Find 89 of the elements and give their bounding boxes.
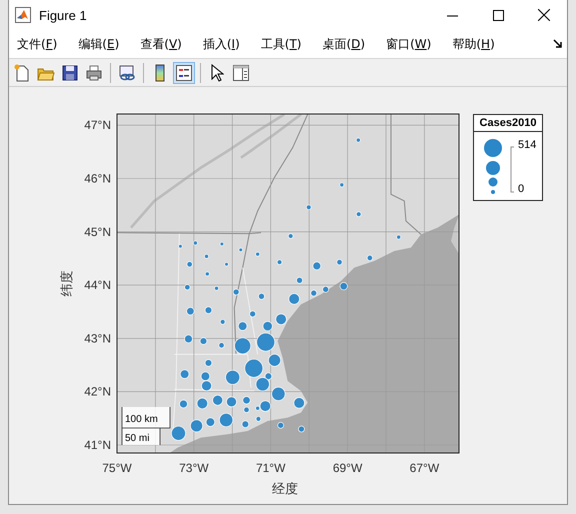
data-bubble <box>193 240 198 246</box>
printer-icon <box>85 64 103 82</box>
scale-label: 100 km <box>125 414 158 425</box>
data-bubble <box>277 422 284 429</box>
data-bubble <box>366 254 373 261</box>
tick-label: 75°W <box>102 461 132 475</box>
tick-label: 44°N <box>84 278 111 292</box>
window-title: Figure 1 <box>39 8 88 22</box>
data-bubble <box>276 260 282 265</box>
data-bubble <box>306 204 312 210</box>
property-panel-icon <box>232 64 250 82</box>
legend-label: 514 <box>518 139 536 151</box>
colorbar-icon <box>154 64 166 82</box>
data-bubble <box>196 398 208 410</box>
data-bubble <box>294 397 305 409</box>
data-bubble <box>220 319 226 325</box>
save-icon <box>61 64 79 82</box>
dock-arrow-icon[interactable] <box>553 39 563 49</box>
data-bubble <box>186 307 194 316</box>
menu-item[interactable]: 工具(T) <box>258 36 312 52</box>
data-bubble <box>238 248 243 252</box>
new-file-icon <box>13 64 31 82</box>
axis-label: 纬度 <box>60 270 75 296</box>
data-bubble <box>190 419 203 432</box>
data-bubble <box>356 212 362 217</box>
data-bubble <box>218 342 225 348</box>
data-bubble <box>271 386 286 401</box>
data-bubble <box>275 314 287 325</box>
tick-label: 45°N <box>84 224 111 239</box>
scale-bar <box>122 406 170 446</box>
data-bubble <box>234 338 251 354</box>
app-logo-icon <box>15 7 31 23</box>
tick-label: 67°W <box>410 461 440 475</box>
data-bubble <box>288 233 294 239</box>
linked-plot-icon <box>118 64 136 82</box>
tick-label: 43°N <box>84 331 111 346</box>
menu-item[interactable]: 窗口(W) <box>384 36 442 52</box>
data-bubble <box>186 261 193 268</box>
data-bubble <box>224 262 229 266</box>
data-bubble <box>179 400 188 408</box>
menu-item[interactable]: 插入(I) <box>200 36 250 52</box>
menu-item[interactable]: 编辑(E) <box>76 36 130 52</box>
close-icon <box>538 9 550 21</box>
data-bubble <box>204 272 210 276</box>
bubble-size-drawing <box>482 138 516 196</box>
tick-label: 73°W <box>179 461 209 475</box>
data-bubble <box>396 234 401 240</box>
tick-label: 46°N <box>84 172 111 186</box>
tick-label: 41°N <box>84 438 111 452</box>
maximize-icon <box>492 10 504 20</box>
data-bubble <box>312 262 322 270</box>
tick-label: 71°W <box>256 461 286 475</box>
data-bubble <box>356 138 361 142</box>
data-bubble <box>255 252 260 256</box>
legend-icon <box>175 64 193 82</box>
data-bubble <box>220 242 224 246</box>
data-bubble <box>206 417 215 427</box>
legend-tool[interactable] <box>173 62 195 84</box>
data-bubble <box>288 293 300 305</box>
data-bubble <box>225 370 240 385</box>
data-bubble <box>232 288 240 296</box>
data-bubble <box>212 394 223 406</box>
pointer-icon <box>210 64 224 82</box>
menu-item[interactable]: 桌面(D) <box>320 36 376 52</box>
data-bubble <box>180 370 190 379</box>
data-bubble <box>258 293 265 300</box>
data-bubble <box>226 396 237 408</box>
menu-item[interactable]: 查看(V) <box>138 36 192 52</box>
data-bubble <box>184 284 190 290</box>
data-bubble <box>214 286 219 291</box>
data-bubble <box>339 182 344 188</box>
data-bubble <box>171 426 186 441</box>
data-bubble <box>178 244 182 248</box>
data-bubble <box>336 259 342 266</box>
data-bubble <box>340 282 348 290</box>
data-bubble <box>204 254 209 259</box>
tick-label: 42°N <box>84 384 111 399</box>
data-bubble <box>219 412 234 427</box>
scale-label: 50 mi <box>125 433 150 444</box>
data-bubble <box>298 426 305 432</box>
axis-label: 经度 <box>272 482 298 497</box>
tick-label: 69°W <box>332 461 362 475</box>
legend-title: Cases2010 <box>474 115 542 132</box>
tick-label: 47°N <box>84 118 111 132</box>
data-bubble <box>268 354 281 367</box>
data-bubble <box>201 380 212 392</box>
legend-label: 0 <box>518 183 526 195</box>
menu-item[interactable]: 帮助(H) <box>450 36 505 52</box>
menu-item[interactable]: 文件(F) <box>15 36 68 52</box>
